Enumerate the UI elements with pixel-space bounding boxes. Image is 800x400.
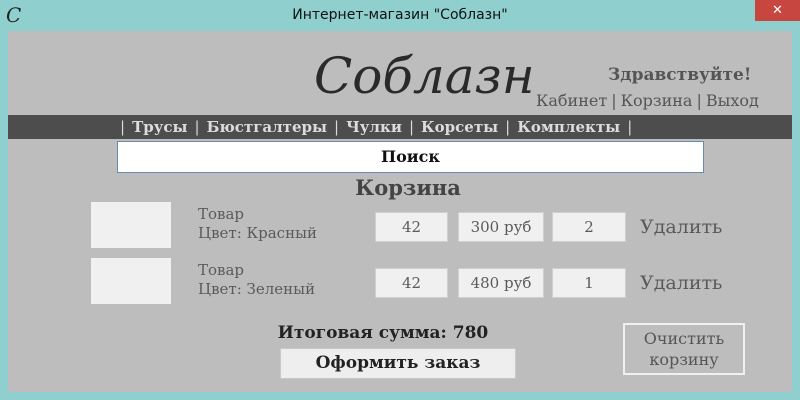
cart-item: Товар Цвет: Красный 42 300 руб 2 Удалить bbox=[8, 202, 792, 252]
window-bottom-border bbox=[0, 392, 800, 400]
main-window: Соблазн Здравствуйте! Кабинет | Корзина | Вы… bbox=[8, 31, 792, 392]
title-bar: C Интернет-магазин "Соблазн" ✕ bbox=[0, 0, 800, 31]
cart-title: Корзина bbox=[355, 175, 461, 200]
checkout-button[interactable]: Оформить заказ bbox=[280, 348, 516, 379]
cart-item: Товар Цвет: Зеленый 42 480 руб 1 Удалить bbox=[8, 258, 792, 308]
price-field: 300 руб bbox=[458, 212, 544, 242]
product-name: Товар bbox=[198, 261, 245, 279]
nav-item-stockings[interactable]: Чулки bbox=[346, 118, 402, 136]
user-links: Кабинет | Корзина | Выход bbox=[536, 91, 792, 113]
separator: | bbox=[194, 118, 200, 136]
clear-cart-label-line1: Очистить bbox=[643, 329, 725, 348]
price-field: 480 руб bbox=[458, 268, 544, 298]
separator: | bbox=[408, 118, 415, 136]
product-info: Товар Цвет: Зеленый bbox=[198, 261, 368, 299]
delete-button[interactable]: Удалить bbox=[640, 270, 740, 296]
total-sum: Итоговая сумма: 780 bbox=[277, 323, 489, 343]
quantity-field[interactable]: 2 bbox=[552, 212, 626, 242]
size-field[interactable]: 42 bbox=[375, 268, 448, 298]
nav-item-sets[interactable]: Комплекты bbox=[517, 118, 620, 136]
category-nav: | Трусы | Бюстгалтеры | Чулки | Корсеты | Комплек… bbox=[8, 115, 792, 139]
greeting-text: Здравствуйте! bbox=[608, 65, 752, 85]
separator: | bbox=[120, 118, 126, 136]
nav-item-corsets[interactable]: Корсеты bbox=[421, 118, 498, 136]
product-thumbnail bbox=[91, 258, 171, 304]
window-title: Интернет-магазин "Соблазн" bbox=[292, 7, 508, 23]
quantity-field[interactable]: 1 bbox=[552, 268, 626, 298]
product-thumbnail bbox=[91, 202, 171, 248]
cart-link[interactable]: Корзина bbox=[621, 91, 693, 110]
product-color: Цвет: Красный bbox=[198, 224, 318, 242]
product-info: Товар Цвет: Красный bbox=[198, 205, 368, 243]
store-logo: Соблазн bbox=[314, 47, 535, 105]
separator: | bbox=[334, 118, 340, 136]
separator: | bbox=[627, 118, 633, 136]
logout-link[interactable]: Выход bbox=[706, 91, 759, 110]
clear-cart-button[interactable]: Очистить корзину bbox=[623, 323, 745, 375]
nav-item-panties[interactable]: Трусы bbox=[132, 118, 187, 136]
separator: | bbox=[611, 91, 617, 110]
separator: | bbox=[696, 91, 702, 110]
nav-item-bras[interactable]: Бюстгалтеры bbox=[207, 118, 327, 136]
separator: | bbox=[505, 118, 511, 136]
size-field[interactable]: 42 bbox=[375, 212, 448, 242]
close-button[interactable]: ✕ bbox=[755, 0, 800, 21]
clear-cart-label-line2: корзину bbox=[649, 350, 719, 369]
product-color: Цвет: Зеленый bbox=[198, 280, 316, 298]
product-name: Товар bbox=[198, 205, 245, 223]
search-box[interactable]: Поиск bbox=[117, 141, 704, 173]
cabinet-link[interactable]: Кабинет bbox=[536, 91, 607, 110]
delete-button[interactable]: Удалить bbox=[640, 214, 740, 240]
